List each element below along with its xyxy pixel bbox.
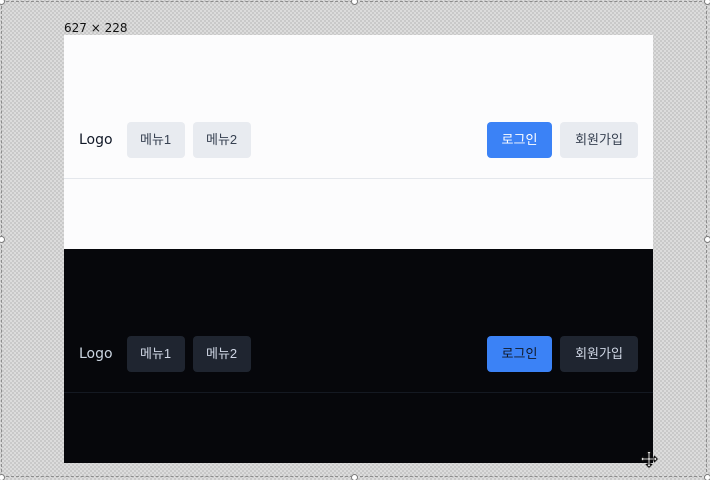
dark-theme-panel: Logo 메뉴1 메뉴2 로그인 회원가입 [64, 249, 653, 463]
light-menu2-button[interactable]: 메뉴2 [192, 122, 251, 158]
light-menu1-button[interactable]: 메뉴1 [126, 122, 185, 158]
dark-navbar-divider [64, 392, 653, 393]
dark-navbar: Logo 메뉴1 메뉴2 로그인 회원가입 [64, 334, 653, 374]
light-navbar-right: 로그인 회원가입 [487, 122, 638, 158]
dark-signup-button[interactable]: 회원가입 [560, 336, 638, 372]
light-navbar-left: Logo 메뉴1 메뉴2 [79, 122, 251, 158]
move-cursor-icon [640, 450, 658, 468]
selection-handle-bottom-left-icon[interactable] [0, 474, 5, 480]
dark-menu1-button[interactable]: 메뉴1 [126, 336, 185, 372]
dark-navbar-right: 로그인 회원가입 [487, 336, 638, 372]
canvas-size-label: 627 × 228 [64, 21, 128, 35]
selection-handle-middle-right-icon[interactable] [704, 236, 710, 243]
dark-login-button[interactable]: 로그인 [487, 336, 552, 372]
dark-logo[interactable]: Logo [79, 345, 113, 363]
selection-handle-bottom-center-icon[interactable] [351, 474, 358, 480]
light-theme-panel: Logo 메뉴1 메뉴2 로그인 회원가입 [64, 35, 653, 249]
artboard[interactable]: Logo 메뉴1 메뉴2 로그인 회원가입 Logo 메뉴1 메뉴2 로그인 회… [64, 35, 653, 463]
light-logo[interactable]: Logo [79, 131, 113, 149]
light-navbar-divider [64, 178, 653, 179]
light-login-button[interactable]: 로그인 [487, 122, 552, 158]
selection-handle-bottom-right-icon[interactable] [704, 474, 710, 480]
light-navbar: Logo 메뉴1 메뉴2 로그인 회원가입 [64, 120, 653, 160]
dark-navbar-left: Logo 메뉴1 메뉴2 [79, 336, 251, 372]
light-signup-button[interactable]: 회원가입 [560, 122, 638, 158]
selection-handle-top-right-icon[interactable] [704, 0, 710, 5]
dark-menu2-button[interactable]: 메뉴2 [192, 336, 251, 372]
